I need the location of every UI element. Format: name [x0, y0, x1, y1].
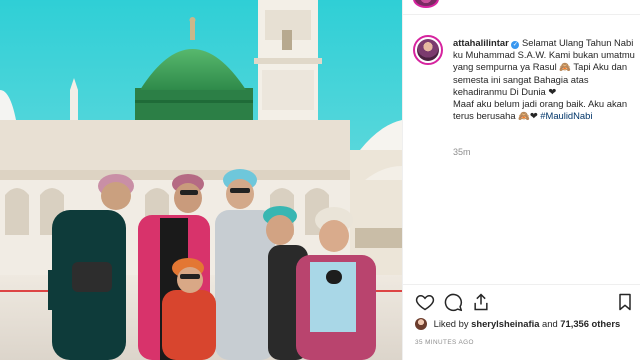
hashtag-link[interactable]: #MaulidNabi: [540, 110, 592, 121]
user-avatar[interactable]: [413, 35, 443, 65]
post-timestamp[interactable]: 35 minutes ago: [415, 339, 474, 346]
post-photo[interactable]: [0, 0, 402, 360]
caption-text: attahalilintar ✓ Selamat Ulang Tahun Nab…: [453, 37, 640, 122]
header-avatar[interactable]: [413, 0, 439, 8]
username-link[interactable]: attahalilintar: [453, 37, 509, 48]
likes-summary: Liked by sherylsheinafia and 71,356 othe…: [415, 318, 620, 330]
post-sidebar: attahalilintar ✓ Selamat Ulang Tahun Nab…: [402, 0, 640, 360]
liked-and: and: [542, 318, 558, 329]
header-divider: [403, 14, 640, 15]
actions-divider: [403, 284, 640, 285]
liker-username[interactable]: sherylsheinafia: [471, 318, 539, 329]
liked-by-prefix: Liked by: [433, 318, 469, 329]
heart-icon[interactable]: [415, 292, 435, 312]
mosque-family-photo: [0, 0, 402, 360]
action-bar: [415, 292, 635, 312]
comment-timestamp[interactable]: 35m: [453, 147, 471, 157]
bookmark-icon[interactable]: [615, 292, 635, 312]
liker-avatar[interactable]: [415, 318, 427, 330]
comment-icon[interactable]: [443, 292, 463, 312]
share-icon[interactable]: [471, 292, 491, 312]
verified-icon: ✓: [511, 41, 520, 49]
likes-count[interactable]: 71,356 others: [560, 318, 620, 329]
